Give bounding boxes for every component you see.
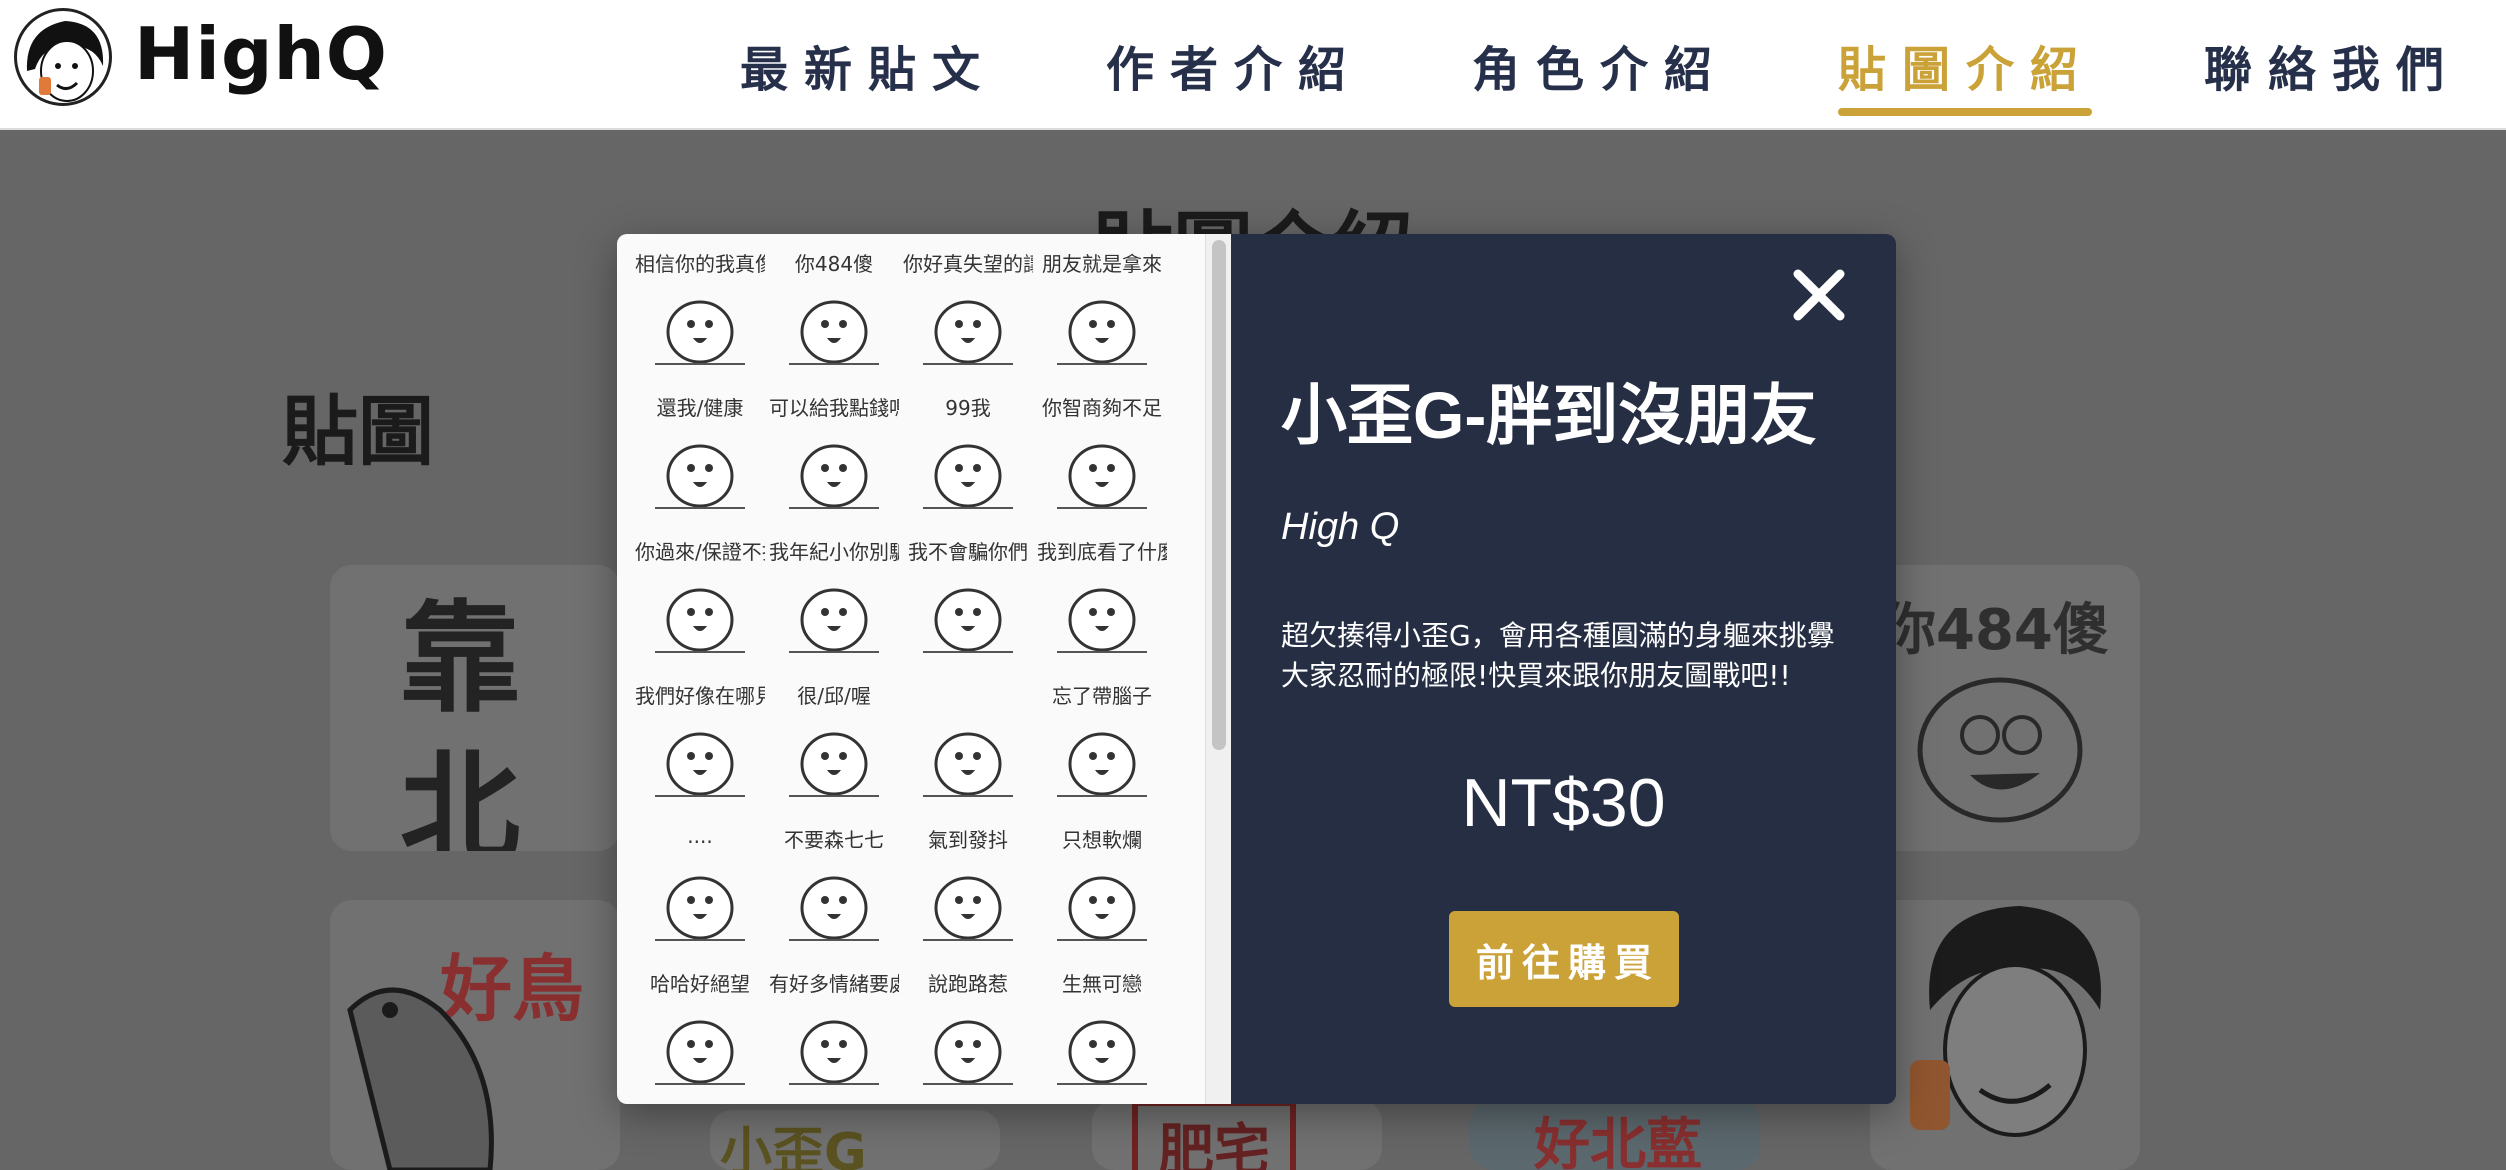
bird-icon — [655, 588, 745, 653]
sticker-thumbnail[interactable]: 有好多情緒要處理 — [769, 962, 899, 1092]
sticker-thumbnail[interactable]: 氣到發抖 — [903, 818, 1033, 948]
bird-icon — [655, 300, 745, 365]
nav-item-author[interactable]: 作者介紹 — [1106, 30, 1362, 100]
sticker-thumbnail[interactable]: 只想軟爛 — [1037, 818, 1167, 948]
nav-item-latest-posts[interactable]: 最新貼文 — [740, 30, 996, 100]
nav-item-characters[interactable]: 角色介紹 — [1472, 30, 1728, 100]
bird-icon — [923, 444, 1013, 509]
sticker-thumbnail[interactable]: 99我 — [903, 386, 1033, 516]
bird-icon — [655, 732, 745, 797]
brand-logo-text[interactable]: HighQ — [134, 12, 388, 96]
bird-icon — [1057, 732, 1147, 797]
sticker-thumbnail[interactable]: 還我/健康 — [635, 386, 765, 516]
sticker-thumbnail[interactable]: 相信你的我真像智障 — [635, 242, 765, 372]
bird-icon — [1057, 300, 1147, 365]
preview-scrollbar[interactable] — [1205, 234, 1231, 1104]
sticker-price: NT$30 — [1461, 765, 1666, 841]
bird-icon — [789, 1020, 879, 1085]
sticker-thumbnail[interactable]: .... — [635, 818, 765, 948]
sticker-thumbnail[interactable]: 我年紀小你別騙我 — [769, 530, 899, 660]
bird-icon — [789, 300, 879, 365]
logo-avatar-icon[interactable] — [14, 8, 112, 106]
buy-button[interactable]: 前往購買 — [1449, 911, 1679, 1007]
nav-item-contact[interactable]: 聯絡我們 — [2204, 30, 2460, 100]
bird-icon — [923, 588, 1013, 653]
bird-icon — [789, 444, 879, 509]
sticker-thumbnail[interactable]: 說跑路惹 — [903, 962, 1033, 1092]
sticker-thumbnail[interactable]: 你484傻 — [769, 242, 899, 372]
sticker-thumbnail[interactable]: 很/邱/喔 — [769, 674, 899, 804]
bird-icon — [1057, 588, 1147, 653]
sticker-thumbnail[interactable]: 哈哈好絕望 — [635, 962, 765, 1092]
bird-icon — [789, 876, 879, 941]
top-navbar: HighQ 最新貼文 作者介紹 角色介紹 貼圖介紹 聯絡我們 — [0, 0, 2506, 130]
bird-icon — [1057, 1020, 1147, 1085]
bird-icon — [655, 444, 745, 509]
sticker-thumbnail[interactable]: 我們好像在哪見過 — [635, 674, 765, 804]
bird-icon — [923, 876, 1013, 941]
sticker-preview-grid[interactable]: 相信你的我真像智障你484傻你好真失望的讓我朋友就是拿來還我/健康可以給我點錢嗎… — [635, 242, 1205, 1098]
bird-icon — [655, 1020, 745, 1085]
sticker-thumbnail[interactable]: 不要森七七 — [769, 818, 899, 948]
bird-icon — [789, 732, 879, 797]
bird-icon — [923, 1020, 1013, 1085]
sticker-thumbnail[interactable]: 你過來/保證不打你 — [635, 530, 765, 660]
sticker-thumbnail[interactable]: 你智商夠不足 — [1037, 386, 1167, 516]
sticker-description: 超欠揍得小歪G，會用各種圓滿的身軀來挑釁大家忍耐的極限!快買來跟你朋友圖戰吧!! — [1281, 619, 1835, 692]
bird-icon — [655, 876, 745, 941]
sticker-thumbnail[interactable]: 生無可戀 — [1037, 962, 1167, 1092]
preview-scrollbar-thumb[interactable] — [1212, 240, 1226, 750]
sticker-caption: .... — [687, 824, 713, 848]
bird-icon — [923, 732, 1013, 797]
sticker-author: High Q — [1281, 506, 1400, 548]
active-tab-indicator — [1838, 108, 2092, 116]
bird-icon — [923, 300, 1013, 365]
bird-icon — [789, 588, 879, 653]
bird-icon — [1057, 444, 1147, 509]
sticker-thumbnail[interactable]: 我到底看了什麼? — [1037, 530, 1167, 660]
sticker-thumbnail[interactable]: 忘了帶腦子 — [1037, 674, 1167, 804]
sticker-thumbnail[interactable] — [903, 674, 1033, 804]
sticker-detail-modal: 相信你的我真像智障你484傻你好真失望的讓我朋友就是拿來還我/健康可以給我點錢嗎… — [617, 234, 1896, 1104]
sticker-thumbnail[interactable]: 朋友就是拿來 — [1037, 242, 1167, 372]
sticker-thumbnail[interactable]: 可以給我點錢嗎 — [769, 386, 899, 516]
bird-icon — [1057, 876, 1147, 941]
sticker-preview-panel: 相信你的我真像智障你484傻你好真失望的讓我朋友就是拿來還我/健康可以給我點錢嗎… — [617, 234, 1231, 1104]
close-icon[interactable] — [1788, 264, 1850, 326]
nav-item-stickers[interactable]: 貼圖介紹 — [1838, 30, 2094, 100]
sticker-thumbnail[interactable]: 你好真失望的讓我 — [903, 242, 1033, 372]
sticker-thumbnail[interactable]: 我不會騙你們 — [903, 530, 1033, 660]
sticker-pack-title: 小歪G-胖到沒朋友 — [1281, 378, 1817, 452]
